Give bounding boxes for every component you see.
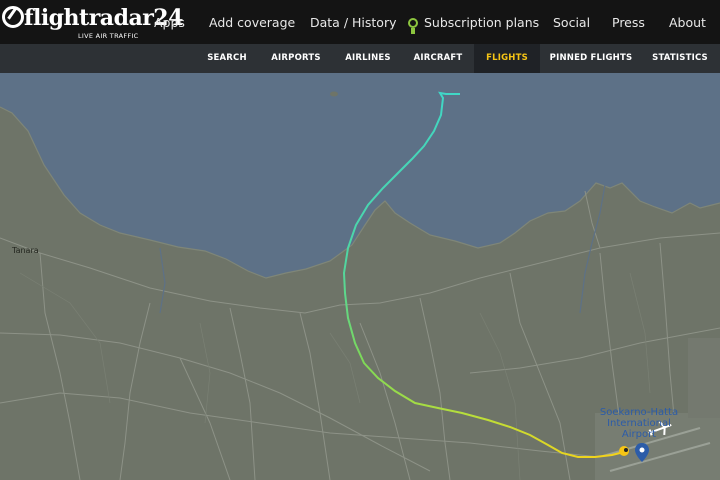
flightradar24-logo[interactable]: flightradar24 LIVE AIR TRAFFIC <box>2 4 183 42</box>
nav-apps[interactable]: Apps <box>154 15 185 30</box>
airport-label[interactable]: Soekarno-Hatta International Airport <box>598 407 680 440</box>
award-icon <box>408 18 418 34</box>
tab-statistics[interactable]: STATISTICS <box>647 44 713 73</box>
top-navigation-bar: flightradar24 LIVE AIR TRAFFIC Apps Add … <box>0 0 720 44</box>
nav-press[interactable]: Press <box>612 15 645 30</box>
secondary-navigation-bar: SEARCH AIRPORTS AIRLINES AIRCRAFT FLIGHT… <box>0 44 720 73</box>
small-island <box>330 91 338 97</box>
radar-logo-icon <box>2 6 24 28</box>
tab-flights[interactable]: FLIGHTS <box>474 44 540 73</box>
place-label-tanara: Tanara <box>12 246 39 255</box>
tab-airports[interactable]: AIRPORTS <box>265 44 327 73</box>
nav-about[interactable]: About <box>669 15 706 30</box>
logo-tagline: LIVE AIR TRAFFIC <box>78 32 139 40</box>
nav-data-history[interactable]: Data / History <box>310 15 396 30</box>
tab-search[interactable]: SEARCH <box>200 44 254 73</box>
tab-pinned-flights[interactable]: PINNED FLIGHTS <box>546 44 636 73</box>
nav-subscription-plans[interactable]: Subscription plans <box>408 15 540 34</box>
nav-subscription-label: Subscription plans <box>424 15 540 30</box>
aircraft-cluster-icon[interactable] <box>619 446 629 456</box>
nav-social[interactable]: Social <box>553 15 590 30</box>
nav-add-coverage[interactable]: Add coverage <box>209 15 295 30</box>
tab-aircraft[interactable]: AIRCRAFT <box>409 44 467 73</box>
tab-airlines[interactable]: AIRLINES <box>338 44 398 73</box>
